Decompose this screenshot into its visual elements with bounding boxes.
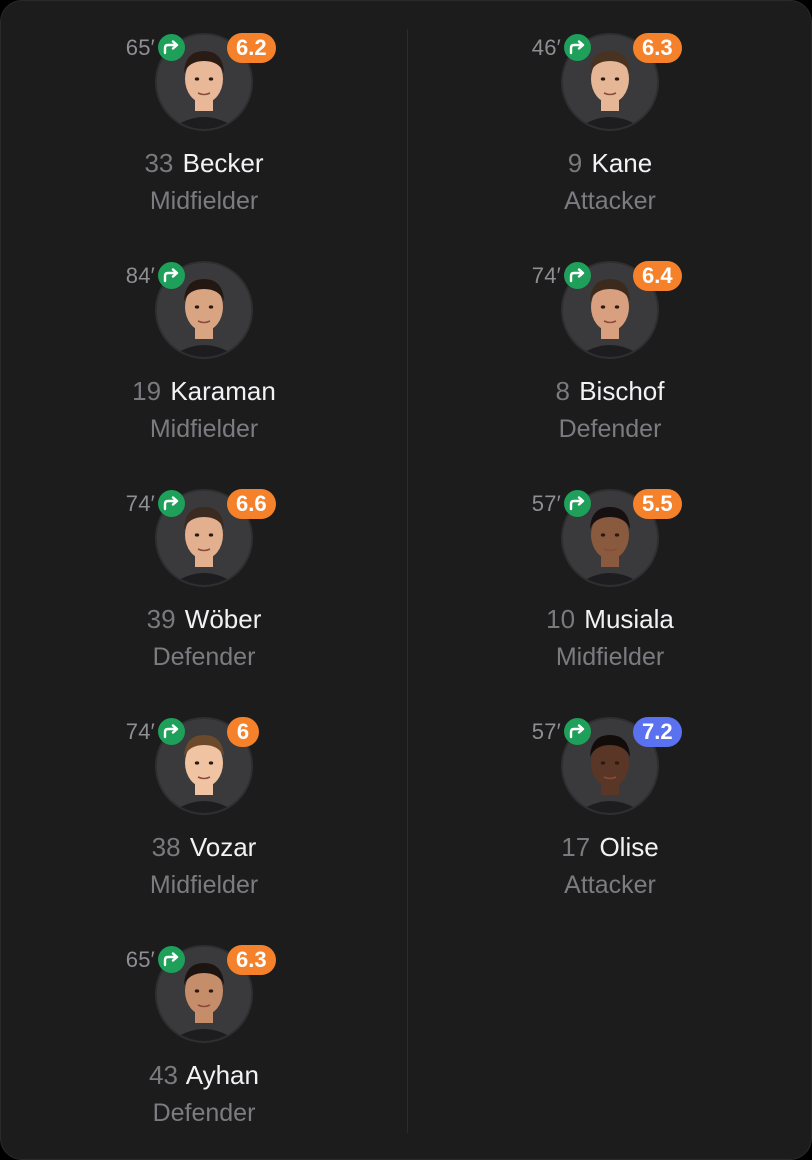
player-card[interactable]: 74′ 6 38 Vozar Midfielder (1, 685, 407, 913)
shirt-number: 33 (144, 148, 174, 178)
substitution-minute: 74′ (125, 719, 155, 744)
player-name: Bischof (579, 376, 665, 406)
player-name: Musiala (584, 604, 674, 634)
player-position: Midfielder (555, 643, 665, 671)
player-card[interactable]: 74′ 6.4 8 Bischof Defender (407, 229, 812, 457)
player-name-line: 17 Olise (407, 830, 812, 864)
player-name-line: 39 Wöber (1, 602, 407, 636)
substitution-arrow-icon (564, 34, 591, 61)
player-name: Kane (591, 148, 653, 178)
substitution-arrow-icon (158, 34, 185, 61)
substitution-arrow-icon (158, 490, 185, 517)
substitution-arrow-icon (158, 262, 185, 289)
player-name: Olise (599, 832, 659, 862)
player-rating-badge: 6 (227, 717, 259, 747)
substitution-arrow-icon (158, 946, 185, 973)
shirt-number: 39 (146, 604, 176, 634)
shirt-number: 19 (132, 376, 162, 406)
player-name-line: 9 Kane (407, 146, 812, 180)
player-rating-badge: 6.4 (633, 261, 682, 291)
shirt-number: 43 (149, 1060, 178, 1090)
player-card[interactable]: 65′ 6.2 33 Becker Midfielder (1, 1, 407, 229)
player-position: Midfielder (149, 187, 259, 215)
player-position: Defender (152, 1099, 256, 1127)
substitution-minute: 57′ (531, 719, 561, 744)
player-card[interactable]: 84′ 19 Karaman Midfielder (1, 229, 407, 457)
substitution-minute: 46′ (531, 35, 561, 60)
player-position: Attacker (564, 187, 656, 215)
player-position: Defender (558, 415, 662, 443)
substitution-arrow-icon (564, 262, 591, 289)
player-card[interactable]: 46′ 6.3 9 Kane Attacker (407, 1, 812, 229)
player-rating-badge: 7.2 (633, 717, 682, 747)
substitution-minute: 65′ (125, 35, 155, 60)
player-card[interactable]: 65′ 6.3 43 Ayhan Defender (1, 913, 407, 1141)
player-name-line: 43 Ayhan (1, 1058, 407, 1092)
player-position: Attacker (564, 871, 656, 899)
substitution-minute: 65′ (125, 947, 155, 972)
player-name-line: 33 Becker (1, 146, 407, 180)
player-rating-badge: 5.5 (633, 489, 682, 519)
player-rating-badge: 6.2 (227, 33, 276, 63)
player-position: Defender (152, 643, 256, 671)
substitution-minute: 57′ (531, 491, 561, 516)
player-card[interactable]: 74′ 6.6 39 Wöber Defender (1, 457, 407, 685)
player-name-line: 8 Bischof (407, 374, 812, 408)
shirt-number: 8 (555, 376, 570, 406)
shirt-number: 10 (546, 604, 576, 634)
player-card[interactable]: 57′ 7.2 17 Olise Attacker (407, 685, 812, 913)
substitution-minute: 84′ (125, 263, 155, 288)
player-card[interactable]: 57′ 5.5 10 Musiala Midfielder (407, 457, 812, 685)
player-name-line: 19 Karaman (1, 374, 407, 408)
player-name-line: 38 Vozar (1, 830, 407, 864)
substitution-arrow-icon (564, 490, 591, 517)
substitution-arrow-icon (564, 718, 591, 745)
substitution-minute: 74′ (531, 263, 561, 288)
player-position: Midfielder (149, 415, 259, 443)
substitutes-card: 65′ 6.2 33 Becker Midfielder 84′ 19 Kara… (0, 0, 812, 1160)
player-name: Ayhan (185, 1060, 259, 1090)
shirt-number: 17 (561, 832, 591, 862)
player-name-line: 10 Musiala (407, 602, 812, 636)
player-rating-badge: 6.3 (633, 33, 682, 63)
player-name: Becker (182, 148, 264, 178)
shirt-number: 9 (567, 148, 583, 178)
player-rating-badge: 6.6 (227, 489, 276, 519)
player-position: Midfielder (149, 871, 259, 899)
shirt-number: 38 (151, 832, 181, 862)
player-rating-badge: 6.3 (227, 945, 276, 975)
player-name: Wöber (184, 604, 262, 634)
player-name: Karaman (170, 376, 276, 406)
substitution-arrow-icon (158, 718, 185, 745)
substitution-minute: 74′ (125, 491, 155, 516)
player-name: Vozar (189, 832, 257, 862)
